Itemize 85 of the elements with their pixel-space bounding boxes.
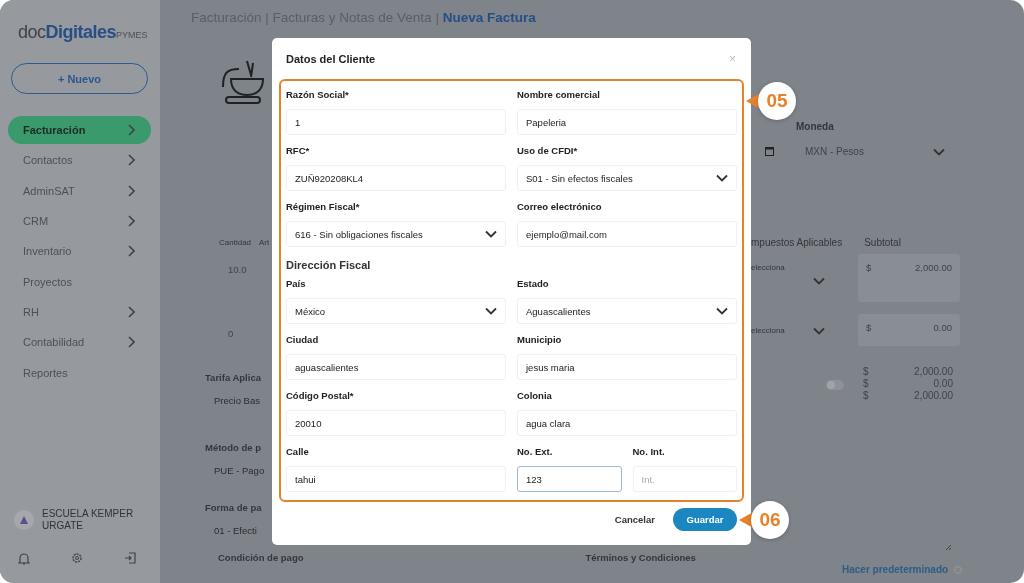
bell-icon[interactable] [18,552,30,565]
text-field[interactable]: tahui [286,466,506,492]
resize-handle-icon[interactable] [945,544,951,550]
currency-label: Moneda [795,121,835,132]
save-button[interactable]: Guardar [673,508,737,531]
sidebar-item[interactable]: Reportes [8,358,151,387]
logo: docDigitalesPYMES [18,22,149,43]
dialog-title: Datos del Cliente [286,52,376,65]
text-field[interactable]: 123 [517,466,622,492]
tax-select[interactable]: elecciona [751,250,785,272]
column-header: Subtotal [864,237,901,248]
sidebar-item[interactable]: Inventario [8,237,151,266]
field-label: Términos y Condiciones [585,552,696,563]
account-name: ESCUELA KEMPER URGATE [42,508,135,532]
field-label: Calle [286,446,310,459]
field-label: Código Postal* [286,390,355,403]
settings-icon[interactable] [71,552,83,564]
text-field[interactable]: jesus maria [517,354,737,380]
quantity-cell-text: 10.0 [227,263,248,277]
quantity-cell-text: 0 [227,327,235,341]
currency-select[interactable]: MXN - Pesos [805,146,945,157]
avatar [14,510,34,530]
currency-symbol: $ [863,366,870,377]
sidebar-item[interactable]: Proyectos [8,267,151,296]
sidebar-item[interactable]: Contactos [8,146,151,175]
cancel-button[interactable]: Cancelar [608,513,661,526]
chevron-down-icon [485,307,497,315]
column-header: Cantidad [219,238,252,247]
text-field[interactable]: ZUÑ920208KL4 [286,165,506,191]
field-value: Precio Bas [213,395,261,406]
select-field[interactable]: 616 - Sin obligaciones fiscales [286,221,506,247]
column-header: mpuestos Aplicables [751,237,843,248]
field-label: No. Int. [632,446,666,459]
sidebar-item[interactable]: AdminSAT [8,176,151,205]
field-label: Condición de pago [218,552,304,563]
column-header: Art [259,238,270,247]
total-amount: 0.00 [932,378,953,389]
currency-symbol: $ [863,378,870,389]
field-label: Forma de pa [205,502,263,513]
field-label: Municipio [517,334,563,347]
text-field[interactable]: ejemplo@mail.com [517,221,737,247]
currency-symbol: $ [863,390,870,401]
field-label: Estado [517,278,550,291]
sidebar-item[interactable]: Facturación [8,116,151,145]
field-label: Método de p [205,442,262,453]
text-field[interactable]: 1 [286,109,506,135]
select-field[interactable]: Aguascalientes [517,298,737,324]
chevron-down-icon [933,147,945,156]
chevron-down-icon [812,327,825,335]
logout-icon[interactable] [124,552,136,564]
field-value: PUE - Pago [213,465,266,476]
field-label: Razón Social* [286,89,350,102]
sidebar-item[interactable]: RH [8,297,151,327]
toggle-switch[interactable] [826,380,844,390]
field-label: Correo electrónico [517,201,603,214]
field-label: Régimen Fiscal* [286,201,361,214]
subtotal-field[interactable]: $ 2,000.00 [858,254,960,302]
field-label: Colonia [517,390,553,403]
text-field[interactable]: agua clara [517,410,737,436]
select-field[interactable]: S01 - Sin efectos fiscales [517,165,737,191]
field-label: País [286,278,307,291]
chevron-down-icon [716,174,728,182]
subtotal-field[interactable]: $ 0.00 [858,314,960,346]
text-field[interactable]: Papeleria [517,109,737,135]
calendar-icon[interactable] [765,147,774,156]
total-amount: 2,000.00 [913,366,953,377]
field-label: Ciudad [286,334,320,347]
field-value: 01 - Efecti [213,525,258,536]
field-label: Nombre comercial [517,89,601,102]
section-heading: Dirección Fiscal [286,259,372,271]
field-label: RFC* [286,145,311,158]
field-label: No. Ext. [517,446,554,459]
sidebar-item[interactable]: Contabilidad [8,328,151,357]
text-field[interactable]: aguascalientes [286,354,506,380]
tax-select[interactable]: elecciona [751,308,785,335]
text-field[interactable]: 20010 [286,410,506,436]
chevron-down-icon [716,307,728,315]
text-field[interactable]: Int. [632,466,737,492]
field-label: Tarifa Aplica [205,372,262,383]
chevron-down-icon [812,277,825,285]
sidebar-item[interactable]: CRM [8,206,151,236]
field-label: Uso de CFDI* [517,145,579,158]
total-amount: 2,000.00 [913,390,953,401]
chevron-down-icon [485,230,497,238]
select-field[interactable]: México [286,298,506,324]
